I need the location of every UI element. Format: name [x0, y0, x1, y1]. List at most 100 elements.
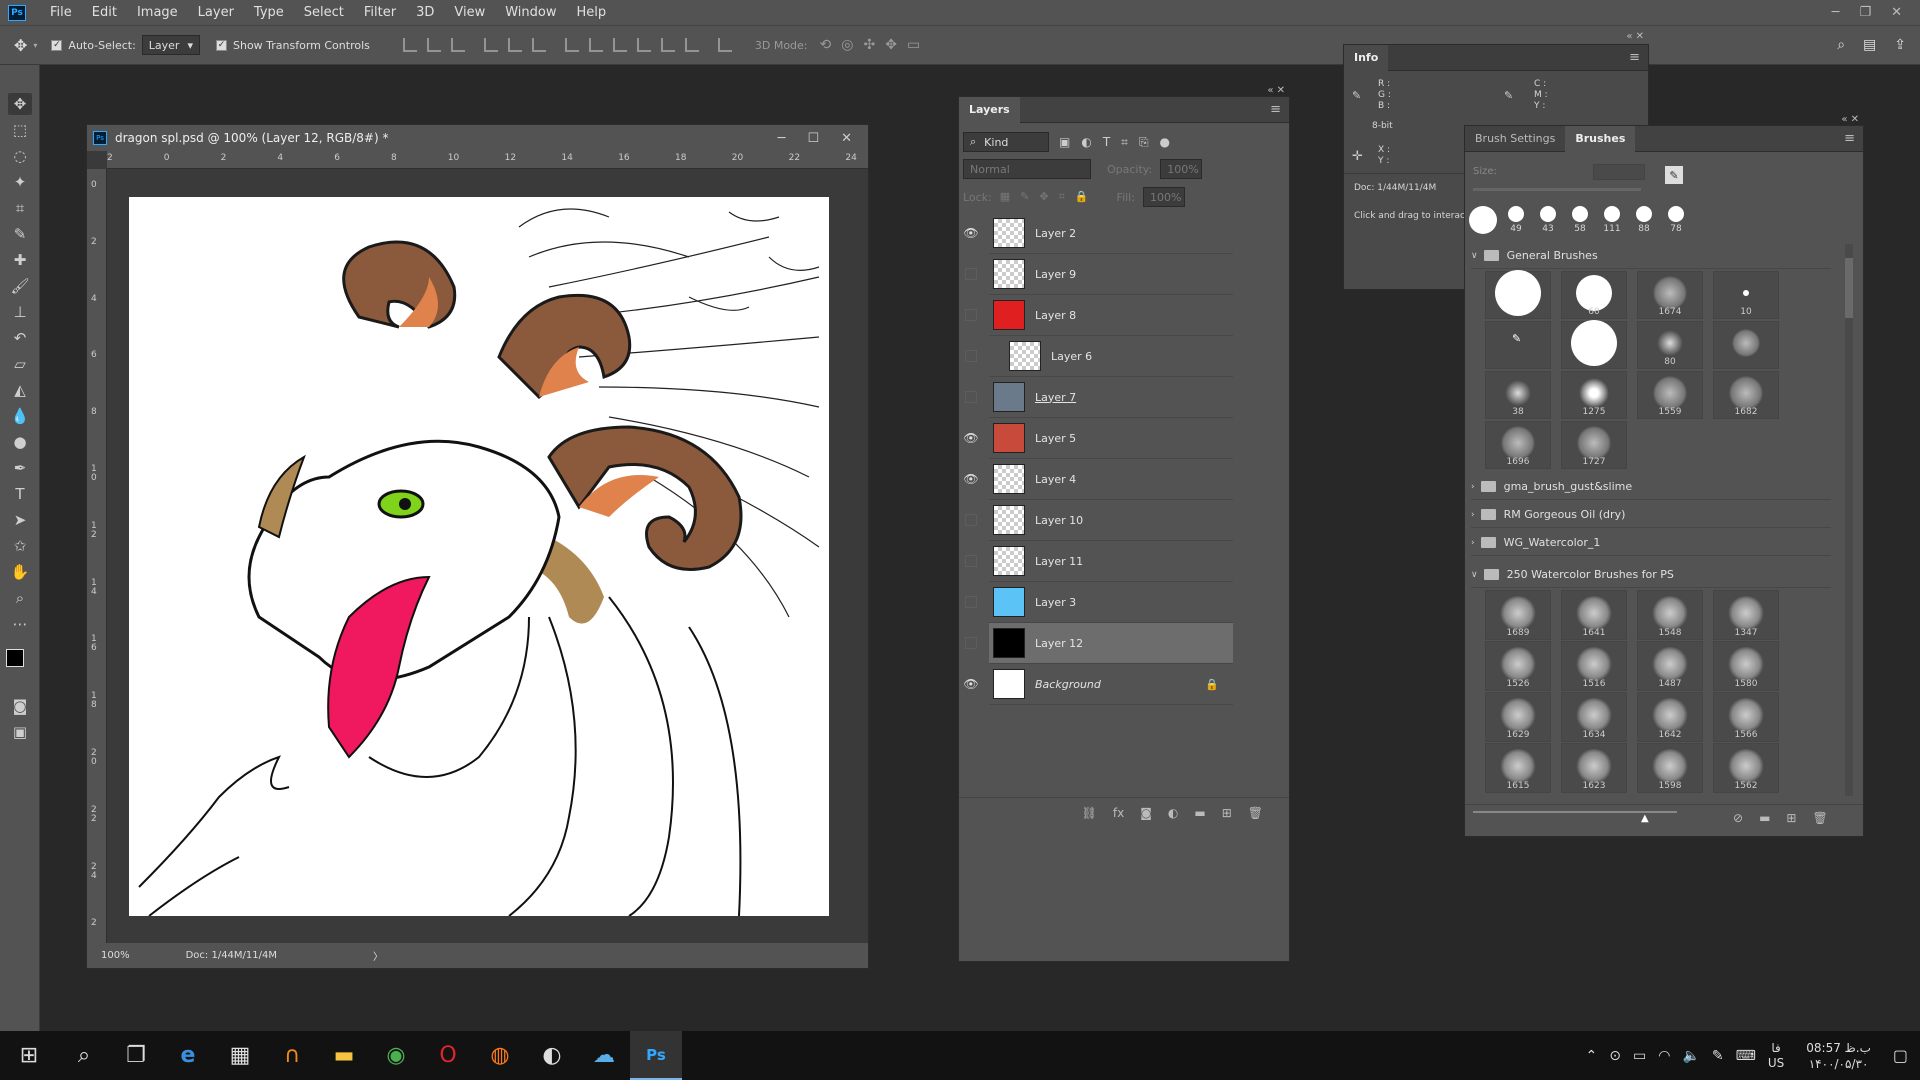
menu-3d[interactable]: 3D	[406, 0, 444, 25]
document-titlebar[interactable]: Ps dragon spl.psd @ 100% (Layer 12, RGB/…	[87, 125, 868, 151]
canvas[interactable]	[129, 197, 829, 917]
close-icon[interactable]: ✕	[841, 131, 852, 146]
tab-info[interactable]: Info	[1344, 44, 1389, 71]
visibility-toggle[interactable]	[965, 350, 977, 362]
layer-row[interactable]: Layer 7	[965, 377, 1233, 418]
layer-row[interactable]: 👁 Layer 5	[963, 418, 1233, 459]
roll-3d-icon[interactable]: ◎	[841, 37, 853, 53]
keyboard-icon[interactable]: ⌨	[1736, 1048, 1756, 1064]
chrome-icon[interactable]: ◉	[370, 1031, 422, 1080]
search-icon[interactable]: ⌕	[1837, 37, 1845, 53]
panel-collapse-icon[interactable]: « ✕	[1267, 85, 1285, 96]
visibility-toggle[interactable]	[965, 391, 977, 403]
layer-row[interactable]: Layer 8	[965, 295, 1233, 336]
lock-position-icon[interactable]: ✥	[1039, 190, 1048, 204]
panel-menu-icon[interactable]: ≡	[1270, 102, 1281, 117]
filter-type-icon[interactable]: T	[1103, 135, 1110, 150]
fill-field[interactable]: 100%	[1142, 187, 1185, 207]
horizontal-ruler[interactable]: 2 0 2 4 6 8 10 12 14 16 18 20 22 24	[107, 151, 868, 169]
brush-preset[interactable]: 1275	[1561, 371, 1627, 419]
share-icon[interactable]: ⇪	[1894, 37, 1906, 53]
menu-edit[interactable]: Edit	[82, 0, 127, 25]
visibility-toggle[interactable]	[965, 637, 977, 649]
close-icon[interactable]: ✕	[1891, 5, 1902, 20]
filter-shape-icon[interactable]: ⌗	[1121, 135, 1128, 150]
panel-collapse-icon[interactable]: « ✕	[1841, 114, 1859, 125]
document-window[interactable]: Ps dragon spl.psd @ 100% (Layer 12, RGB/…	[86, 124, 869, 969]
brush-preset[interactable]: 1526	[1485, 641, 1551, 691]
auto-align-icon[interactable]	[717, 38, 732, 52]
recent-brush[interactable]: 49	[1501, 202, 1531, 238]
clock[interactable]: 08:57 ب.ظ ۱۴۰۰/۰۵/۳۰	[1806, 1040, 1871, 1072]
eye-icon[interactable]: 👁	[963, 226, 979, 240]
orbit-3d-icon[interactable]: ⟲	[820, 37, 832, 53]
align-hcenter-icon[interactable]	[507, 38, 522, 52]
fx-icon[interactable]: fx	[1113, 806, 1124, 820]
brush-preset[interactable]: 38	[1485, 371, 1551, 419]
new-brush-icon[interactable]: ⊞	[1786, 811, 1796, 825]
brush-preset[interactable]	[1713, 321, 1779, 369]
layer-row[interactable]: 👁 Layer 2	[963, 213, 1233, 254]
layer-row[interactable]: Layer 12	[965, 623, 1233, 664]
opacity-field[interactable]: 100%	[1160, 159, 1203, 179]
brush-preset[interactable]: 1623	[1561, 743, 1627, 793]
brush-preset[interactable]: 60	[1561, 271, 1627, 319]
panel-collapse-icon[interactable]: « ✕	[1626, 31, 1644, 42]
distribute-right-icon[interactable]	[684, 38, 699, 52]
menu-layer[interactable]: Layer	[188, 0, 244, 25]
brush-preset[interactable]	[1561, 319, 1627, 369]
lock-pixels-icon[interactable]: ✎	[1020, 190, 1029, 204]
group-general-brushes[interactable]: ∨ General Brushes	[1471, 243, 1831, 269]
eye-icon[interactable]: 👁	[963, 472, 979, 486]
move-tool-icon[interactable]: ✥	[8, 93, 32, 115]
opera-icon[interactable]: O	[422, 1031, 474, 1080]
lasso-tool-icon[interactable]: ◌	[8, 145, 32, 167]
menu-select[interactable]: Select	[294, 0, 354, 25]
foreground-color-swatch[interactable]	[6, 649, 24, 667]
brush-preset[interactable]: 80	[1637, 321, 1703, 369]
windows-start-icon[interactable]: ⊞	[0, 1031, 58, 1080]
brush-preset[interactable]: 10	[1713, 271, 1779, 319]
auto-select-checkbox[interactable]: ✓	[51, 39, 63, 51]
path-selection-tool-icon[interactable]: ➤	[8, 509, 32, 531]
brush-preset[interactable]: 1487	[1637, 641, 1703, 691]
align-vcenter-icon[interactable]	[426, 38, 441, 52]
dodge-tool-icon[interactable]: ●	[8, 431, 32, 453]
blur-tool-icon[interactable]: 💧	[8, 405, 32, 427]
filter-adjustment-icon[interactable]: ◐	[1081, 135, 1091, 150]
brush-preset[interactable]: 1641	[1561, 590, 1627, 640]
slide-3d-icon[interactable]: ✥	[885, 37, 897, 53]
layer-row[interactable]: 👁 Background 🔒	[963, 664, 1233, 705]
recent-brush-large[interactable]	[1469, 206, 1497, 234]
zoom-level[interactable]: 100%	[101, 950, 130, 961]
firefox-icon[interactable]: ◍	[474, 1031, 526, 1080]
hand-tool-icon[interactable]: ✋	[8, 561, 32, 583]
shape-tool-icon[interactable]: ✩	[8, 535, 32, 557]
wifi-icon[interactable]: ◠	[1658, 1048, 1670, 1064]
brush-preset[interactable]: 1696	[1485, 421, 1551, 469]
more-tools-icon[interactable]: ⋯	[8, 613, 32, 635]
minimize-icon[interactable]: ─	[1832, 5, 1840, 20]
slider-handle-icon[interactable]: ▲	[1641, 813, 1649, 824]
brush-preset[interactable]: 1629	[1485, 692, 1551, 742]
brush-group[interactable]: › WG_Watercolor_1	[1471, 530, 1831, 556]
app-icon[interactable]: ◐	[526, 1031, 578, 1080]
menu-file[interactable]: File	[40, 0, 82, 25]
brush-preset[interactable]: 1615	[1485, 743, 1551, 793]
filter-smart-icon[interactable]: ⎘	[1139, 135, 1149, 150]
tray-app-icon[interactable]: ⊙	[1609, 1048, 1621, 1064]
task-view-icon[interactable]: ❐	[110, 1031, 162, 1080]
lock-artboard-icon[interactable]: ⌗	[1059, 190, 1065, 204]
brush-tool-icon[interactable]: 🖌	[8, 275, 32, 297]
visibility-toggle[interactable]	[965, 514, 977, 526]
language-indicator[interactable]: فا US	[1768, 1041, 1784, 1071]
history-brush-tool-icon[interactable]: ↶	[8, 327, 32, 349]
cloud-app-icon[interactable]: ☁	[578, 1031, 630, 1080]
filter-kind-dropdown[interactable]: ⌕ Kind	[963, 132, 1049, 152]
recent-brush[interactable]: 88	[1629, 202, 1659, 238]
brush-preset[interactable]: 1682	[1713, 371, 1779, 419]
brush-preset[interactable]: 1642	[1637, 692, 1703, 742]
brush-preset[interactable]: 1634	[1561, 692, 1627, 742]
magic-wand-tool-icon[interactable]: ✦	[8, 171, 32, 193]
eraser-tool-icon[interactable]: ▱	[8, 353, 32, 375]
